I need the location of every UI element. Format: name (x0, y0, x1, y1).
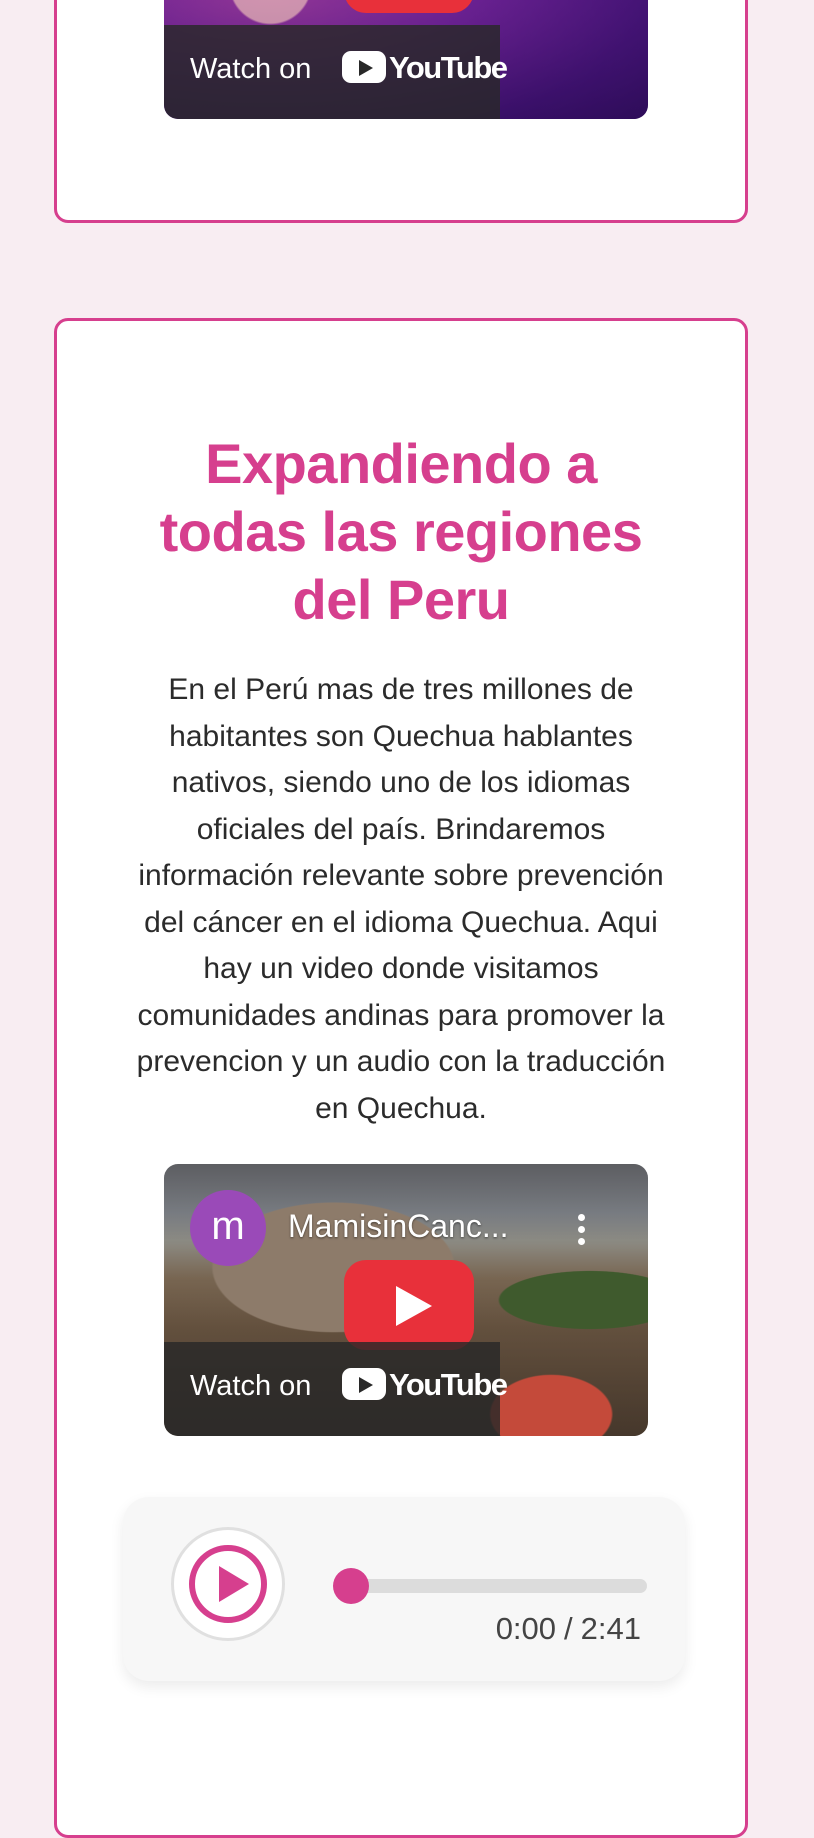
watch-on-label: Watch on (190, 1370, 312, 1402)
section-heading: Expandiendo a todas las regiones del Per… (159, 432, 643, 631)
play-circle-icon (189, 1545, 267, 1623)
youtube-embed-communities[interactable]: m MamisinCanc... Watch on YouTube (164, 1164, 648, 1436)
youtube-wordmark: YouTube (389, 50, 508, 85)
audio-time-separator: / (564, 1611, 573, 1646)
video-title[interactable]: MamisinCanc... (288, 1208, 509, 1245)
audio-current-time: 0:00 (495, 1611, 557, 1646)
audio-seek-bar[interactable] (333, 1568, 647, 1604)
watch-on-youtube-button[interactable]: Watch on YouTube (164, 1342, 508, 1436)
audio-duration: 2:41 (580, 1611, 641, 1646)
video-card-top: Watch on YouTube (54, 0, 748, 223)
watch-on-youtube-button[interactable]: Watch on YouTube (164, 25, 508, 119)
quechua-section-card: Expandiendo a todas las regiones del Per… (54, 318, 748, 1838)
youtube-play-icon[interactable] (344, 1260, 474, 1350)
audio-time-display: 0:00/2:41 (496, 1611, 641, 1647)
watch-on-label: Watch on (190, 53, 312, 85)
kebab-menu-icon[interactable] (576, 1214, 586, 1250)
youtube-logo-icon (342, 1368, 386, 1400)
section-description: En el Perú mas de tres millones de habit… (136, 673, 666, 1125)
youtube-embed-top[interactable]: Watch on YouTube (164, 0, 648, 119)
audio-play-button[interactable] (171, 1527, 285, 1641)
audio-seek-thumb[interactable] (333, 1568, 369, 1604)
channel-avatar[interactable]: m (190, 1190, 266, 1266)
youtube-logo-icon (342, 51, 386, 83)
youtube-wordmark: YouTube (389, 1367, 508, 1402)
audio-player: 0:00/2:41 (123, 1497, 685, 1681)
youtube-play-icon[interactable] (344, 0, 474, 13)
